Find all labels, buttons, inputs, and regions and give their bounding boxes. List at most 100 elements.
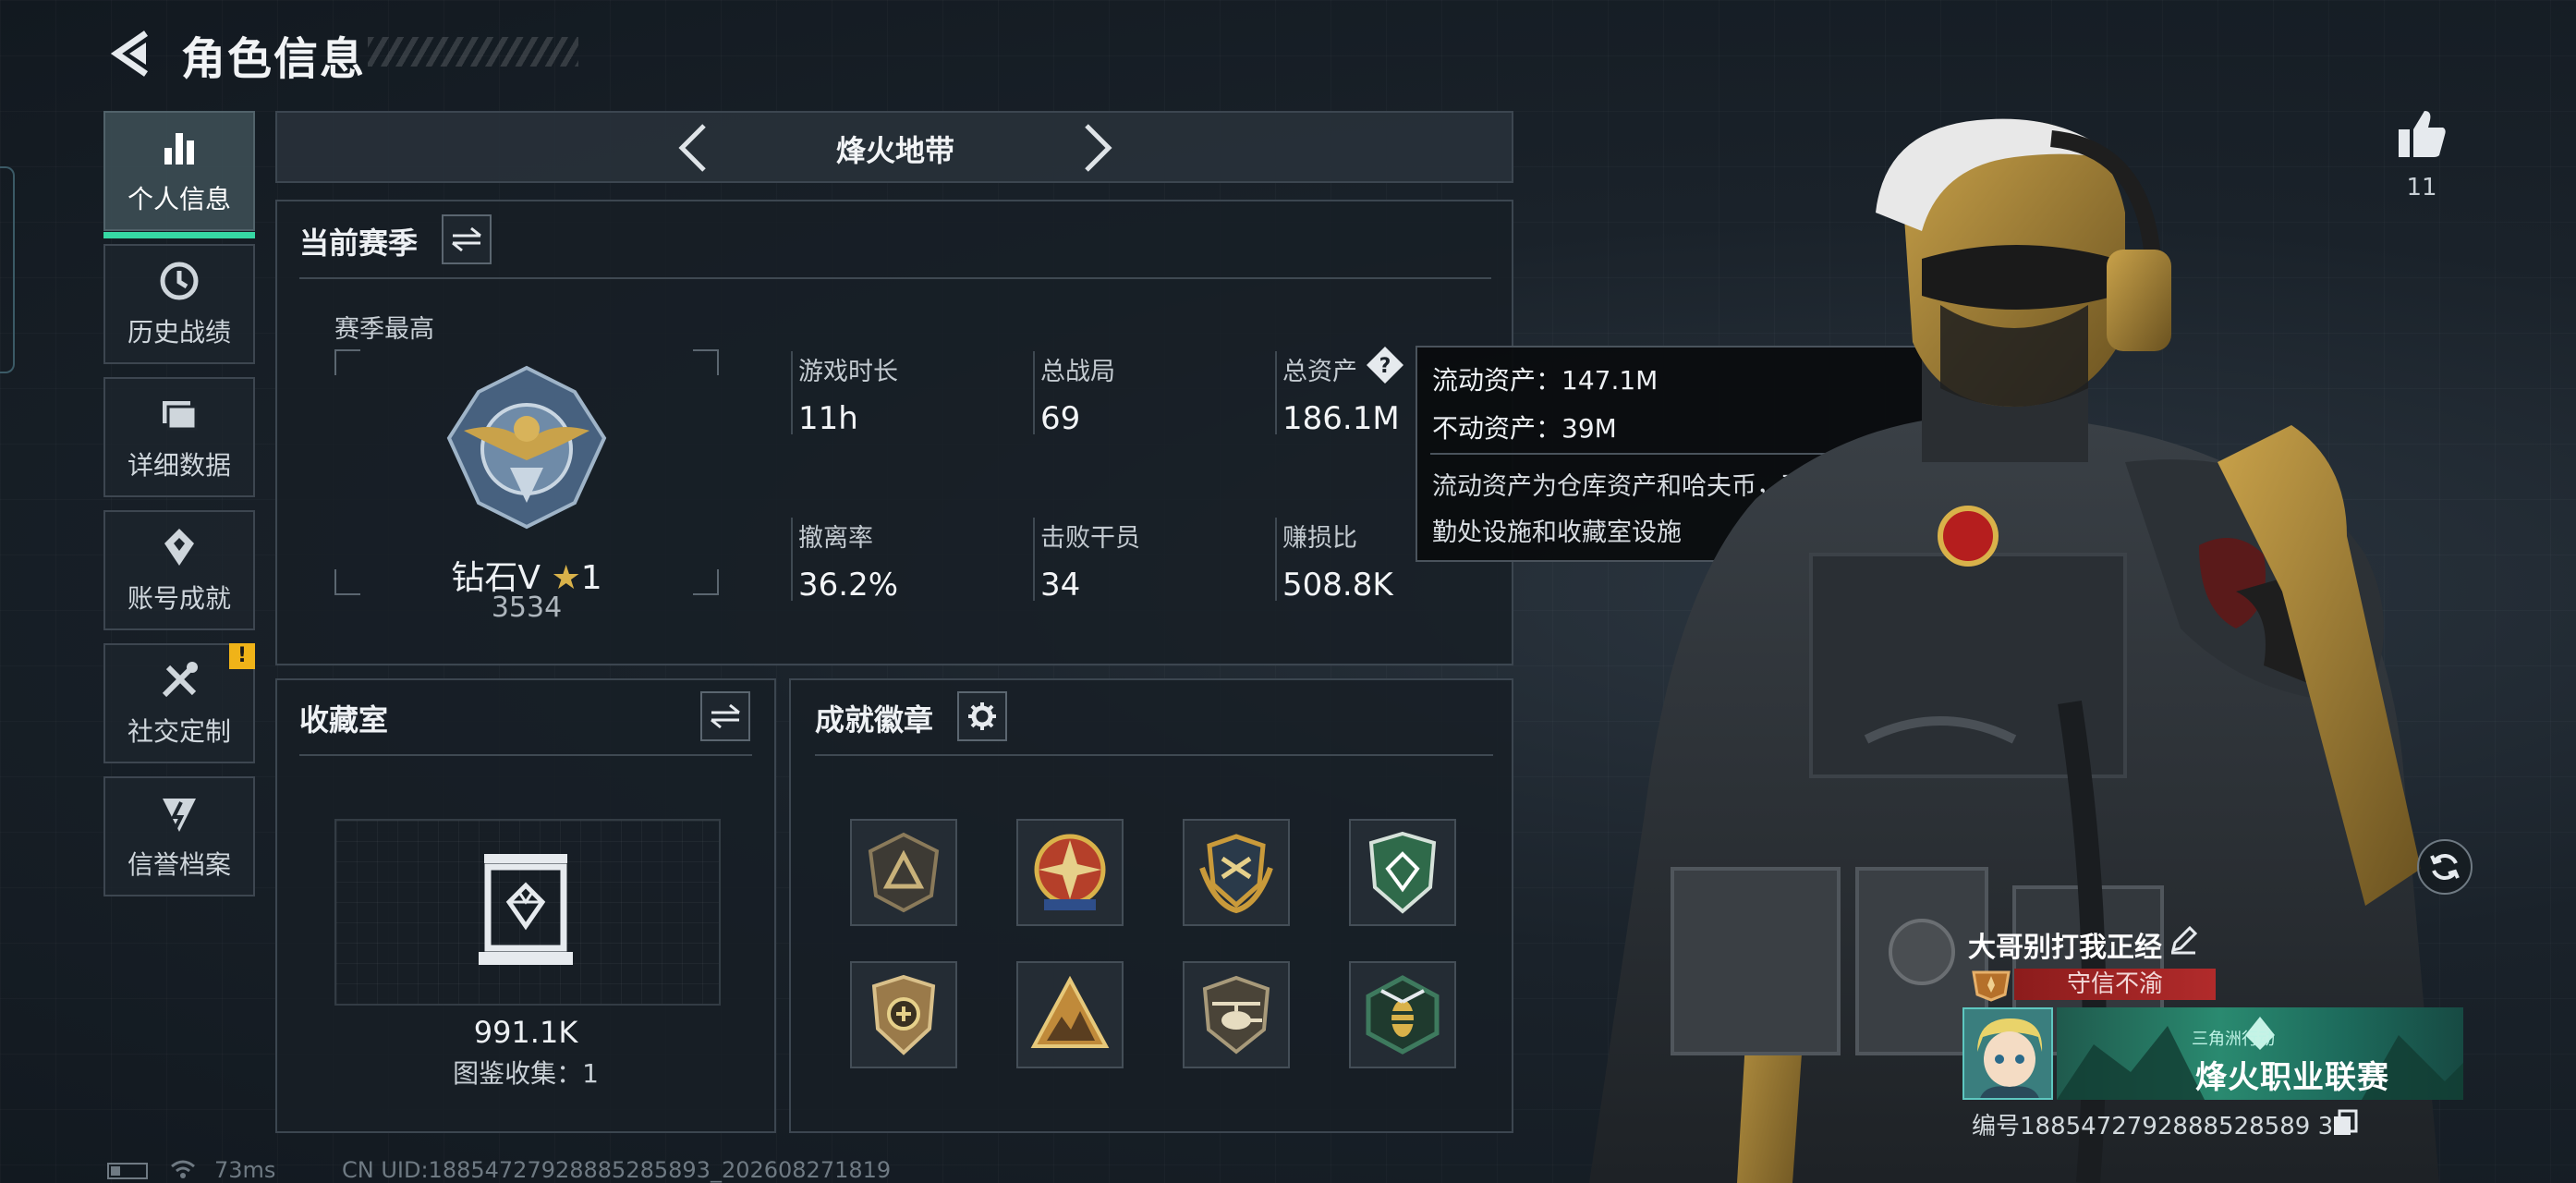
help-question-icon[interactable]: ? bbox=[1366, 346, 1404, 384]
avatar[interactable] bbox=[1962, 1007, 2053, 1100]
copy-icon[interactable] bbox=[2332, 1109, 2358, 1137]
stat-value: 36.2% bbox=[798, 567, 899, 604]
stat-divider bbox=[1033, 518, 1035, 601]
stat-divider bbox=[791, 351, 793, 434]
stat-divider bbox=[1275, 518, 1277, 601]
like-count: 11 bbox=[2406, 174, 2437, 201]
nav-label: 社交定制 bbox=[127, 716, 231, 747]
nav-label: 历史战绩 bbox=[127, 317, 231, 348]
green-shield-emblem-icon bbox=[1368, 831, 1437, 914]
star-compass-emblem-icon bbox=[1034, 834, 1106, 910]
uid-footer: CN UID:18854727928885285893_202608271819 bbox=[342, 1157, 892, 1183]
tools-icon bbox=[162, 662, 198, 698]
nav-item-social-custom[interactable]: 社交定制 ! bbox=[103, 643, 255, 763]
refresh-button[interactable] bbox=[2417, 839, 2473, 895]
stat-divider bbox=[791, 518, 793, 601]
helicopter-emblem-icon bbox=[1202, 975, 1270, 1055]
chevron-right-icon bbox=[1085, 124, 1112, 172]
rank-score: 3534 bbox=[491, 592, 563, 624]
nav-label: 信誉档案 bbox=[127, 849, 231, 880]
stat-value: 69 bbox=[1040, 400, 1081, 437]
achievement-badge[interactable] bbox=[1016, 961, 1124, 1068]
mountain-emblem-icon bbox=[1030, 976, 1110, 1048]
edit-pencil-icon[interactable] bbox=[2168, 924, 2199, 956]
nav-item-history[interactable]: 历史战绩 bbox=[103, 244, 255, 364]
mode-prev-button[interactable] bbox=[665, 118, 721, 177]
svg-text:?: ? bbox=[1379, 355, 1391, 378]
side-nav: 个人信息 历史战绩 详细数据 账号成就 社交定制 ! 信誉档案 bbox=[103, 111, 255, 909]
collection-switch-button[interactable] bbox=[700, 691, 750, 741]
refresh-icon bbox=[2430, 854, 2460, 880]
achievement-badge[interactable] bbox=[1183, 819, 1290, 926]
wasp-emblem-icon bbox=[1366, 975, 1440, 1055]
achievement-badge[interactable] bbox=[1349, 961, 1456, 1068]
warning-badge: ! bbox=[229, 643, 255, 669]
folder-icon bbox=[163, 401, 198, 431]
achievement-badge[interactable] bbox=[1016, 819, 1124, 926]
stat-profit-loss-ratio: 赚损比 508.8K bbox=[1282, 518, 1393, 604]
achievement-icon bbox=[164, 529, 194, 566]
player-id: 编号1885472792888528589 3 bbox=[1972, 1113, 2334, 1140]
collection-title: 收藏室 bbox=[299, 702, 389, 738]
thumbs-up-icon[interactable] bbox=[2395, 107, 2448, 161]
battery-icon bbox=[107, 1163, 148, 1179]
stat-value: 508.8K bbox=[1282, 567, 1393, 604]
stat-play-time: 游戏时长 11h bbox=[798, 351, 898, 437]
nav-item-credit-record[interactable]: 信誉档案 bbox=[103, 776, 255, 896]
chevron-left-icon bbox=[678, 124, 706, 172]
collection-display[interactable] bbox=[334, 819, 721, 1006]
mode-next-button[interactable] bbox=[1070, 118, 1125, 177]
diamond-rank-emblem-icon bbox=[446, 365, 607, 530]
wifi-icon bbox=[171, 1160, 195, 1178]
achievement-badge[interactable] bbox=[1183, 961, 1290, 1068]
swap-icon bbox=[711, 703, 740, 729]
title-decoration bbox=[368, 37, 578, 67]
history-clock-icon bbox=[160, 262, 199, 300]
bar-chart-icon bbox=[164, 133, 194, 165]
mode-selector: 烽火地带 bbox=[275, 111, 1513, 183]
stat-operators-defeated: 击败干员 34 bbox=[1040, 518, 1140, 604]
stat-value: 34 bbox=[1040, 567, 1081, 604]
league-banner[interactable]: 三角洲行动 烽火职业联赛 bbox=[2057, 1007, 2463, 1100]
banner-title: 烽火职业联赛 bbox=[2195, 1059, 2389, 1096]
nav-item-detail-data[interactable]: 详细数据 bbox=[103, 377, 255, 497]
stat-value: 186.1M bbox=[1282, 400, 1400, 437]
back-button[interactable] bbox=[103, 26, 159, 81]
wreath-shield-emblem-icon bbox=[1199, 834, 1273, 914]
stat-label: 撤离率 bbox=[798, 524, 873, 553]
collection-value: 991.1K bbox=[473, 1015, 578, 1050]
swap-icon bbox=[452, 226, 481, 252]
mode-title: 烽火地带 bbox=[835, 133, 954, 168]
credit-shield-icon bbox=[163, 799, 196, 832]
back-arrow-icon bbox=[110, 30, 148, 77]
honor-title: 守信不渝 bbox=[2014, 969, 2216, 1000]
season-title: 当前赛季 bbox=[299, 226, 419, 261]
stat-total-matches: 总战局 69 bbox=[1040, 351, 1115, 437]
left-edge-handle[interactable] bbox=[0, 166, 15, 373]
divider bbox=[299, 277, 1491, 279]
divider bbox=[815, 754, 1493, 756]
divider bbox=[299, 754, 752, 756]
stat-label: 击败干员 bbox=[1040, 524, 1140, 553]
achievement-badge[interactable] bbox=[1349, 819, 1456, 926]
gear-icon bbox=[968, 702, 996, 730]
page-title: 角色信息 bbox=[181, 33, 367, 85]
season-switch-button[interactable] bbox=[442, 214, 492, 264]
player-avatar-image bbox=[1964, 1009, 2051, 1098]
achievements-settings-button[interactable] bbox=[957, 691, 1007, 741]
display-case-icon bbox=[479, 854, 573, 965]
season-best-label: 赛季最高 bbox=[334, 315, 434, 344]
stat-value: 11h bbox=[798, 400, 858, 437]
achievements-title: 成就徽章 bbox=[815, 702, 934, 738]
nav-label: 个人信息 bbox=[127, 184, 231, 214]
achievement-badge[interactable] bbox=[850, 819, 957, 926]
achievement-badge[interactable] bbox=[850, 961, 957, 1068]
player-name: 大哥别打我正经 bbox=[1968, 932, 2162, 964]
nav-label: 账号成就 bbox=[127, 583, 231, 614]
nav-item-personal-info[interactable]: 个人信息 bbox=[103, 111, 255, 238]
stat-label: 赚损比 bbox=[1282, 524, 1357, 553]
honor-rank-icon bbox=[1972, 970, 2011, 1002]
nav-item-achievements[interactable]: 账号成就 bbox=[103, 510, 255, 630]
banner-subtitle: 三角洲行动 bbox=[2192, 1030, 2275, 1049]
triangle-emblem-icon bbox=[868, 832, 940, 913]
